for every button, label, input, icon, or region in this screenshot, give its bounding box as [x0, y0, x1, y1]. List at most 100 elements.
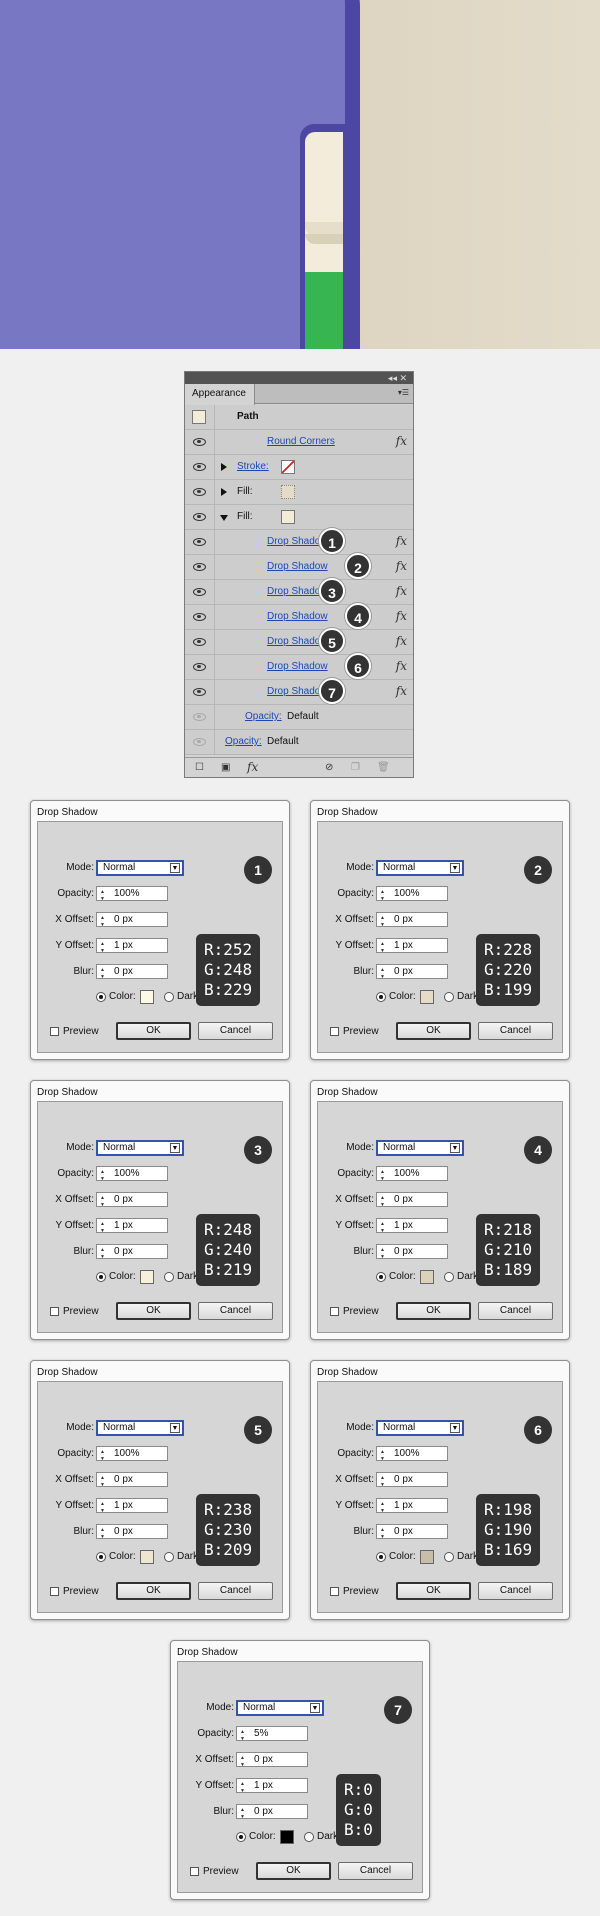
shadow-color-swatch[interactable]: [140, 1270, 154, 1284]
mode-select[interactable]: Normal ▼: [96, 1420, 184, 1436]
darkness-radio[interactable]: [164, 992, 174, 1002]
color-radio[interactable]: [376, 1272, 386, 1282]
blur-field[interactable]: 0 px: [96, 1244, 168, 1264]
y-offset-field[interactable]: 1 px: [96, 938, 168, 958]
color-radio[interactable]: [96, 1552, 106, 1562]
opacity-field[interactable]: 100%: [96, 1166, 168, 1186]
fx-icon[interactable]: fx: [396, 659, 407, 673]
mode-select[interactable]: Normal ▼: [236, 1700, 324, 1716]
opacity-link[interactable]: Opacity:: [225, 736, 262, 747]
y-offset-field[interactable]: 1 px: [96, 1218, 168, 1238]
eye-icon[interactable]: [193, 588, 206, 596]
blur-field[interactable]: 0 px: [96, 964, 168, 984]
eye-icon[interactable]: [193, 563, 206, 571]
x-offset-field[interactable]: 0 px: [376, 1192, 448, 1212]
preview-checkbox[interactable]: [330, 1307, 339, 1316]
mode-select[interactable]: Normal ▼: [96, 860, 184, 876]
x-offset-field[interactable]: 0 px: [96, 912, 168, 932]
add-effect-icon[interactable]: fx: [247, 760, 258, 774]
mode-select[interactable]: Normal ▼: [96, 1140, 184, 1156]
eye-icon[interactable]: [193, 688, 206, 696]
opacity-row[interactable]: Opacity: Default: [185, 730, 413, 755]
eye-icon[interactable]: [193, 538, 206, 546]
opacity-field[interactable]: 100%: [376, 1446, 448, 1466]
appearance-row[interactable]: Drop Shadow fx 6: [185, 653, 413, 680]
fx-icon[interactable]: fx: [396, 584, 407, 598]
eye-icon[interactable]: [193, 438, 206, 446]
appearance-row[interactable]: Drop Shadow fx 2: [185, 553, 413, 580]
panel-window-controls[interactable]: ◂◂ ✕: [388, 372, 407, 384]
ok-button[interactable]: OK: [116, 1302, 191, 1320]
blur-field[interactable]: 0 px: [96, 1524, 168, 1544]
eye-icon[interactable]: [193, 463, 206, 471]
color-radio[interactable]: [96, 992, 106, 1002]
add-fill-icon[interactable]: ▣: [221, 762, 230, 773]
x-offset-field[interactable]: 0 px: [376, 1472, 448, 1492]
opacity-field[interactable]: 100%: [96, 1446, 168, 1466]
shadow-color-swatch[interactable]: [420, 990, 434, 1004]
opacity-field[interactable]: 100%: [376, 1166, 448, 1186]
mode-select[interactable]: Normal ▼: [376, 1140, 464, 1156]
fx-icon[interactable]: fx: [396, 634, 407, 648]
shadow-color-swatch[interactable]: [420, 1270, 434, 1284]
fx-icon[interactable]: fx: [396, 684, 407, 698]
mode-select[interactable]: Normal ▼: [376, 860, 464, 876]
appearance-row[interactable]: Drop Shadow fx 1: [185, 528, 413, 555]
ok-button[interactable]: OK: [396, 1022, 471, 1040]
opacity-field[interactable]: 100%: [376, 886, 448, 906]
fx-icon[interactable]: fx: [396, 559, 407, 573]
color-radio[interactable]: [376, 992, 386, 1002]
x-offset-field[interactable]: 0 px: [236, 1752, 308, 1772]
blur-field[interactable]: 0 px: [376, 1244, 448, 1264]
appearance-row[interactable]: Drop Shadow fx 3: [185, 578, 413, 605]
fx-icon[interactable]: fx: [396, 534, 407, 548]
clear-appearance-icon[interactable]: ⊘: [325, 762, 333, 773]
shadow-color-swatch[interactable]: [420, 1550, 434, 1564]
eye-icon[interactable]: [193, 613, 206, 621]
shadow-color-swatch[interactable]: [140, 990, 154, 1004]
eye-icon[interactable]: [193, 488, 206, 496]
appearance-row[interactable]: Drop Shadow fx 4: [185, 603, 413, 630]
ok-button[interactable]: OK: [396, 1582, 471, 1600]
fx-icon[interactable]: fx: [396, 609, 407, 623]
appearance-row[interactable]: Drop Shadow fx 5: [185, 628, 413, 655]
preview-checkbox[interactable]: [330, 1587, 339, 1596]
appearance-row-label[interactable]: Drop Shadow: [267, 561, 328, 572]
cancel-button[interactable]: Cancel: [198, 1302, 273, 1320]
tab-appearance[interactable]: Appearance: [185, 384, 255, 405]
appearance-row[interactable]: Fill:: [185, 480, 413, 505]
eye-icon[interactable]: [193, 638, 206, 646]
color-radio[interactable]: [376, 1552, 386, 1562]
y-offset-field[interactable]: 1 px: [236, 1778, 308, 1798]
appearance-row-label[interactable]: Stroke:: [237, 461, 269, 472]
cancel-button[interactable]: Cancel: [338, 1862, 413, 1880]
darkness-radio[interactable]: [444, 992, 454, 1002]
y-offset-field[interactable]: 1 px: [96, 1498, 168, 1518]
blur-field[interactable]: 0 px: [376, 964, 448, 984]
darkness-radio[interactable]: [444, 1272, 454, 1282]
eye-icon[interactable]: [193, 663, 206, 671]
x-offset-field[interactable]: 0 px: [96, 1192, 168, 1212]
appearance-row[interactable]: Drop Shadow fx 7: [185, 678, 413, 705]
cancel-button[interactable]: Cancel: [478, 1022, 553, 1040]
eye-icon[interactable]: [193, 513, 206, 521]
x-offset-field[interactable]: 0 px: [376, 912, 448, 932]
duplicate-item-icon[interactable]: ❐: [351, 762, 360, 773]
eye-icon[interactable]: [193, 713, 206, 721]
appearance-row-label[interactable]: Round Corners: [267, 436, 335, 447]
appearance-row-label[interactable]: Drop Shadow: [267, 611, 328, 622]
blur-field[interactable]: 0 px: [236, 1804, 308, 1824]
ok-button[interactable]: OK: [396, 1302, 471, 1320]
trash-icon[interactable]: 🗑: [377, 762, 390, 773]
darkness-radio[interactable]: [164, 1552, 174, 1562]
mode-select[interactable]: Normal ▼: [376, 1420, 464, 1436]
color-radio[interactable]: [236, 1832, 246, 1842]
stroke-none-swatch[interactable]: [281, 460, 295, 474]
fill-swatch[interactable]: [281, 485, 295, 499]
appearance-row[interactable]: Fill:: [185, 505, 413, 530]
x-offset-field[interactable]: 0 px: [96, 1472, 168, 1492]
darkness-radio[interactable]: [164, 1272, 174, 1282]
add-stroke-icon[interactable]: ☐: [195, 762, 204, 773]
collapse-triangle-icon[interactable]: [220, 515, 228, 521]
cancel-button[interactable]: Cancel: [198, 1582, 273, 1600]
